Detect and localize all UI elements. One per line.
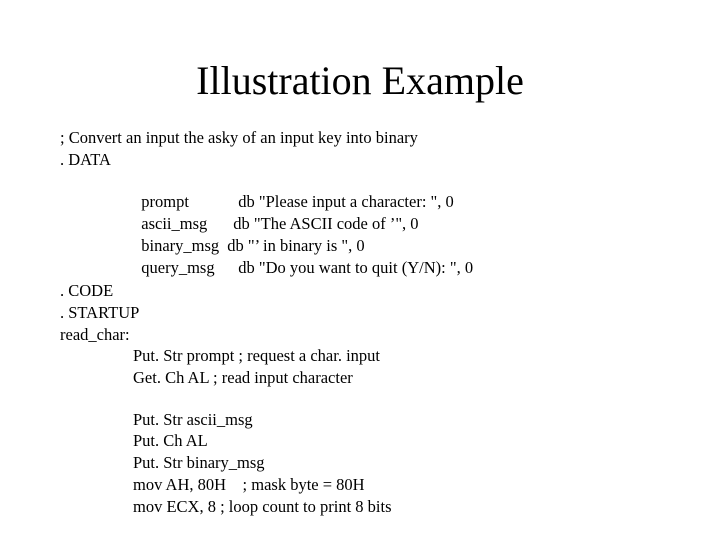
data-def-name: query_msg: [141, 258, 215, 277]
instruction-line: Get. Ch AL ; read input character: [133, 368, 353, 387]
code-directive: . CODE: [60, 281, 114, 300]
instruction-line: Put. Ch AL: [133, 431, 208, 450]
instruction-line: Put. Str binary_msg: [133, 453, 265, 472]
data-def-query-msg: query_msg db "Do you want to quit (Y/N): …: [133, 238, 473, 278]
startup-directive: . STARTUP: [60, 303, 140, 322]
instruction-line: mov ECX, 8 ; loop count to print 8 bits: [133, 497, 392, 516]
label-read-char: read_char:: [60, 325, 130, 344]
data-def-value: db "Do you want to quit (Y/N): ", 0: [238, 258, 474, 277]
data-directive: . DATA: [60, 150, 111, 169]
code-comment: ; Convert an input the asky of an input …: [60, 128, 418, 147]
instruction-line: Put. Str ascii_msg: [133, 410, 253, 429]
slide-title: Illustration Example: [196, 58, 524, 103]
instruction-line: Put. Str prompt ; request a char. input: [133, 346, 381, 365]
instruction-line: mov AH, 80H ; mask byte = 80H: [133, 475, 365, 494]
